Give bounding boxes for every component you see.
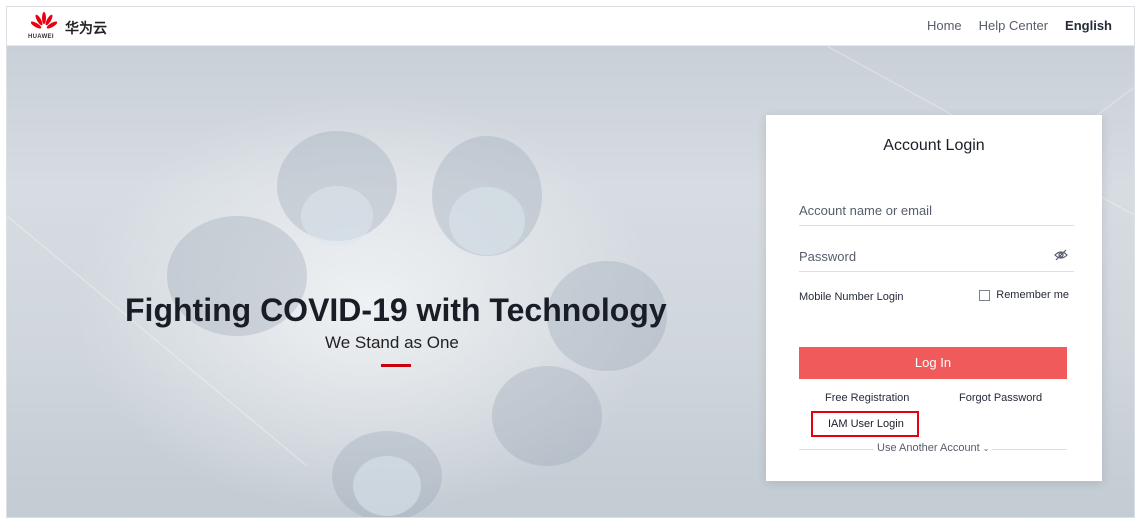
iam-user-login-link[interactable]: IAM User Login (828, 418, 904, 430)
top-header: HUAWEI 华为云 Home Help Center English (7, 7, 1134, 46)
login-button[interactable]: Log In (799, 347, 1067, 379)
use-another-account-text: Use Another Account (877, 442, 980, 454)
mobile-number-login-link[interactable]: Mobile Number Login (799, 291, 904, 303)
use-another-account[interactable]: Use Another Account ⌄ (799, 442, 1067, 456)
password-placeholder: Password (799, 249, 857, 264)
login-title: Account Login (883, 137, 985, 154)
hero-subtitle: We Stand as One (325, 333, 459, 352)
browser-page: HUAWEI 华为云 Home Help Center English Figh… (6, 6, 1135, 518)
remember-me[interactable]: Remember me (979, 289, 1069, 301)
password-field[interactable]: Password (799, 241, 1074, 272)
top-nav: Home Help Center English (927, 18, 1112, 33)
language-switcher[interactable]: English (1065, 18, 1112, 33)
brand-wordmark: HUAWEI (28, 34, 54, 40)
free-registration-link[interactable]: Free Registration (825, 392, 909, 404)
nav-help-center-link[interactable]: Help Center (979, 18, 1048, 33)
remember-me-label: Remember me (996, 289, 1069, 301)
login-card: Account Login Account name or email Pass… (766, 115, 1102, 481)
account-field[interactable]: Account name or email (799, 195, 1074, 226)
use-another-account-label[interactable]: Use Another Account ⌄ (877, 442, 989, 454)
remember-me-checkbox[interactable] (979, 289, 991, 301)
account-placeholder: Account name or email (799, 203, 932, 218)
hero-title: Fighting COVID-19 with Technology (125, 292, 667, 328)
nav-home-link[interactable]: Home (927, 18, 962, 33)
divider-left (799, 449, 874, 450)
divider-right (992, 449, 1067, 450)
forgot-password-link[interactable]: Forgot Password (959, 392, 1042, 404)
chevron-down-icon: ⌄ (982, 444, 990, 453)
brand-name[interactable]: 华为云 (65, 18, 107, 38)
eye-hidden-icon[interactable] (1054, 248, 1068, 262)
hero-accent-bar (381, 364, 411, 367)
